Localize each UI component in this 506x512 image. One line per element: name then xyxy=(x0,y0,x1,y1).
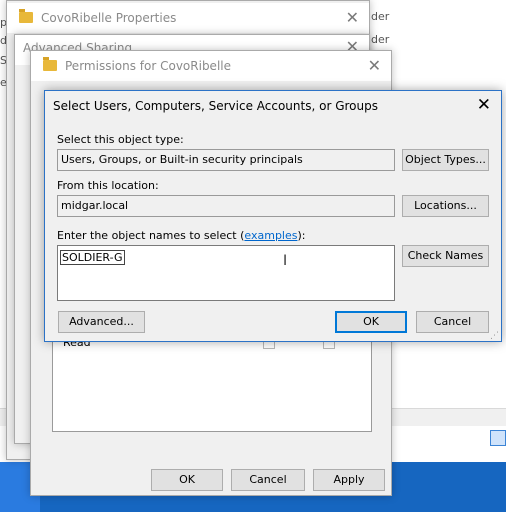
folder-icon xyxy=(43,57,57,71)
explorer-fragment: lder xyxy=(368,33,390,46)
permissions-apply-button[interactable]: Apply xyxy=(313,469,385,491)
locations-button[interactable]: Locations... xyxy=(402,195,489,217)
check-names-button[interactable]: Check Names xyxy=(402,245,489,267)
properties-title: CovoRibelle Properties xyxy=(41,11,177,25)
folder-icon xyxy=(19,9,33,23)
permission-list: Read xyxy=(52,336,372,432)
text-cursor-icon: I xyxy=(283,253,288,269)
permissions-ok-button[interactable]: OK xyxy=(151,469,223,491)
close-icon[interactable]: ✕ xyxy=(368,56,381,75)
names-label-prefix: Enter the object names to select ( xyxy=(57,229,245,242)
object-types-button[interactable]: Object Types... xyxy=(402,149,489,171)
close-icon[interactable]: ✕ xyxy=(346,8,359,27)
close-icon[interactable]: ✕ xyxy=(477,95,491,115)
object-names-input[interactable]: SOLDIER-G xyxy=(57,245,395,301)
properties-titlebar: CovoRibelle Properties ✕ xyxy=(7,3,369,33)
resize-grip-icon[interactable]: ⋰ xyxy=(490,331,499,341)
select-users-dialog: Select Users, Computers, Service Account… xyxy=(44,90,502,342)
object-type-field: Users, Groups, or Built-in security prin… xyxy=(57,149,395,171)
location-label: From this location: xyxy=(57,179,159,192)
object-name-value: SOLDIER-G xyxy=(60,250,125,265)
permissions-titlebar: Permissions for CovoRibelle ✕ xyxy=(31,51,391,81)
names-label: Enter the object names to select (exampl… xyxy=(57,229,305,242)
advanced-button[interactable]: Advanced... xyxy=(58,311,145,333)
location-field: midgar.local xyxy=(57,195,395,217)
permissions-title: Permissions for CovoRibelle xyxy=(65,59,231,73)
details-view-icon[interactable] xyxy=(490,430,506,446)
examples-link[interactable]: examples xyxy=(244,229,297,242)
dialog-ok-button[interactable]: OK xyxy=(335,311,407,333)
object-type-label: Select this object type: xyxy=(57,133,184,146)
names-label-suffix: ): xyxy=(297,229,306,242)
explorer-fragment: lder xyxy=(368,10,390,23)
permissions-cancel-button[interactable]: Cancel xyxy=(231,469,305,491)
dialog-cancel-button[interactable]: Cancel xyxy=(416,311,489,333)
dialog-title: Select Users, Computers, Service Account… xyxy=(53,99,378,113)
